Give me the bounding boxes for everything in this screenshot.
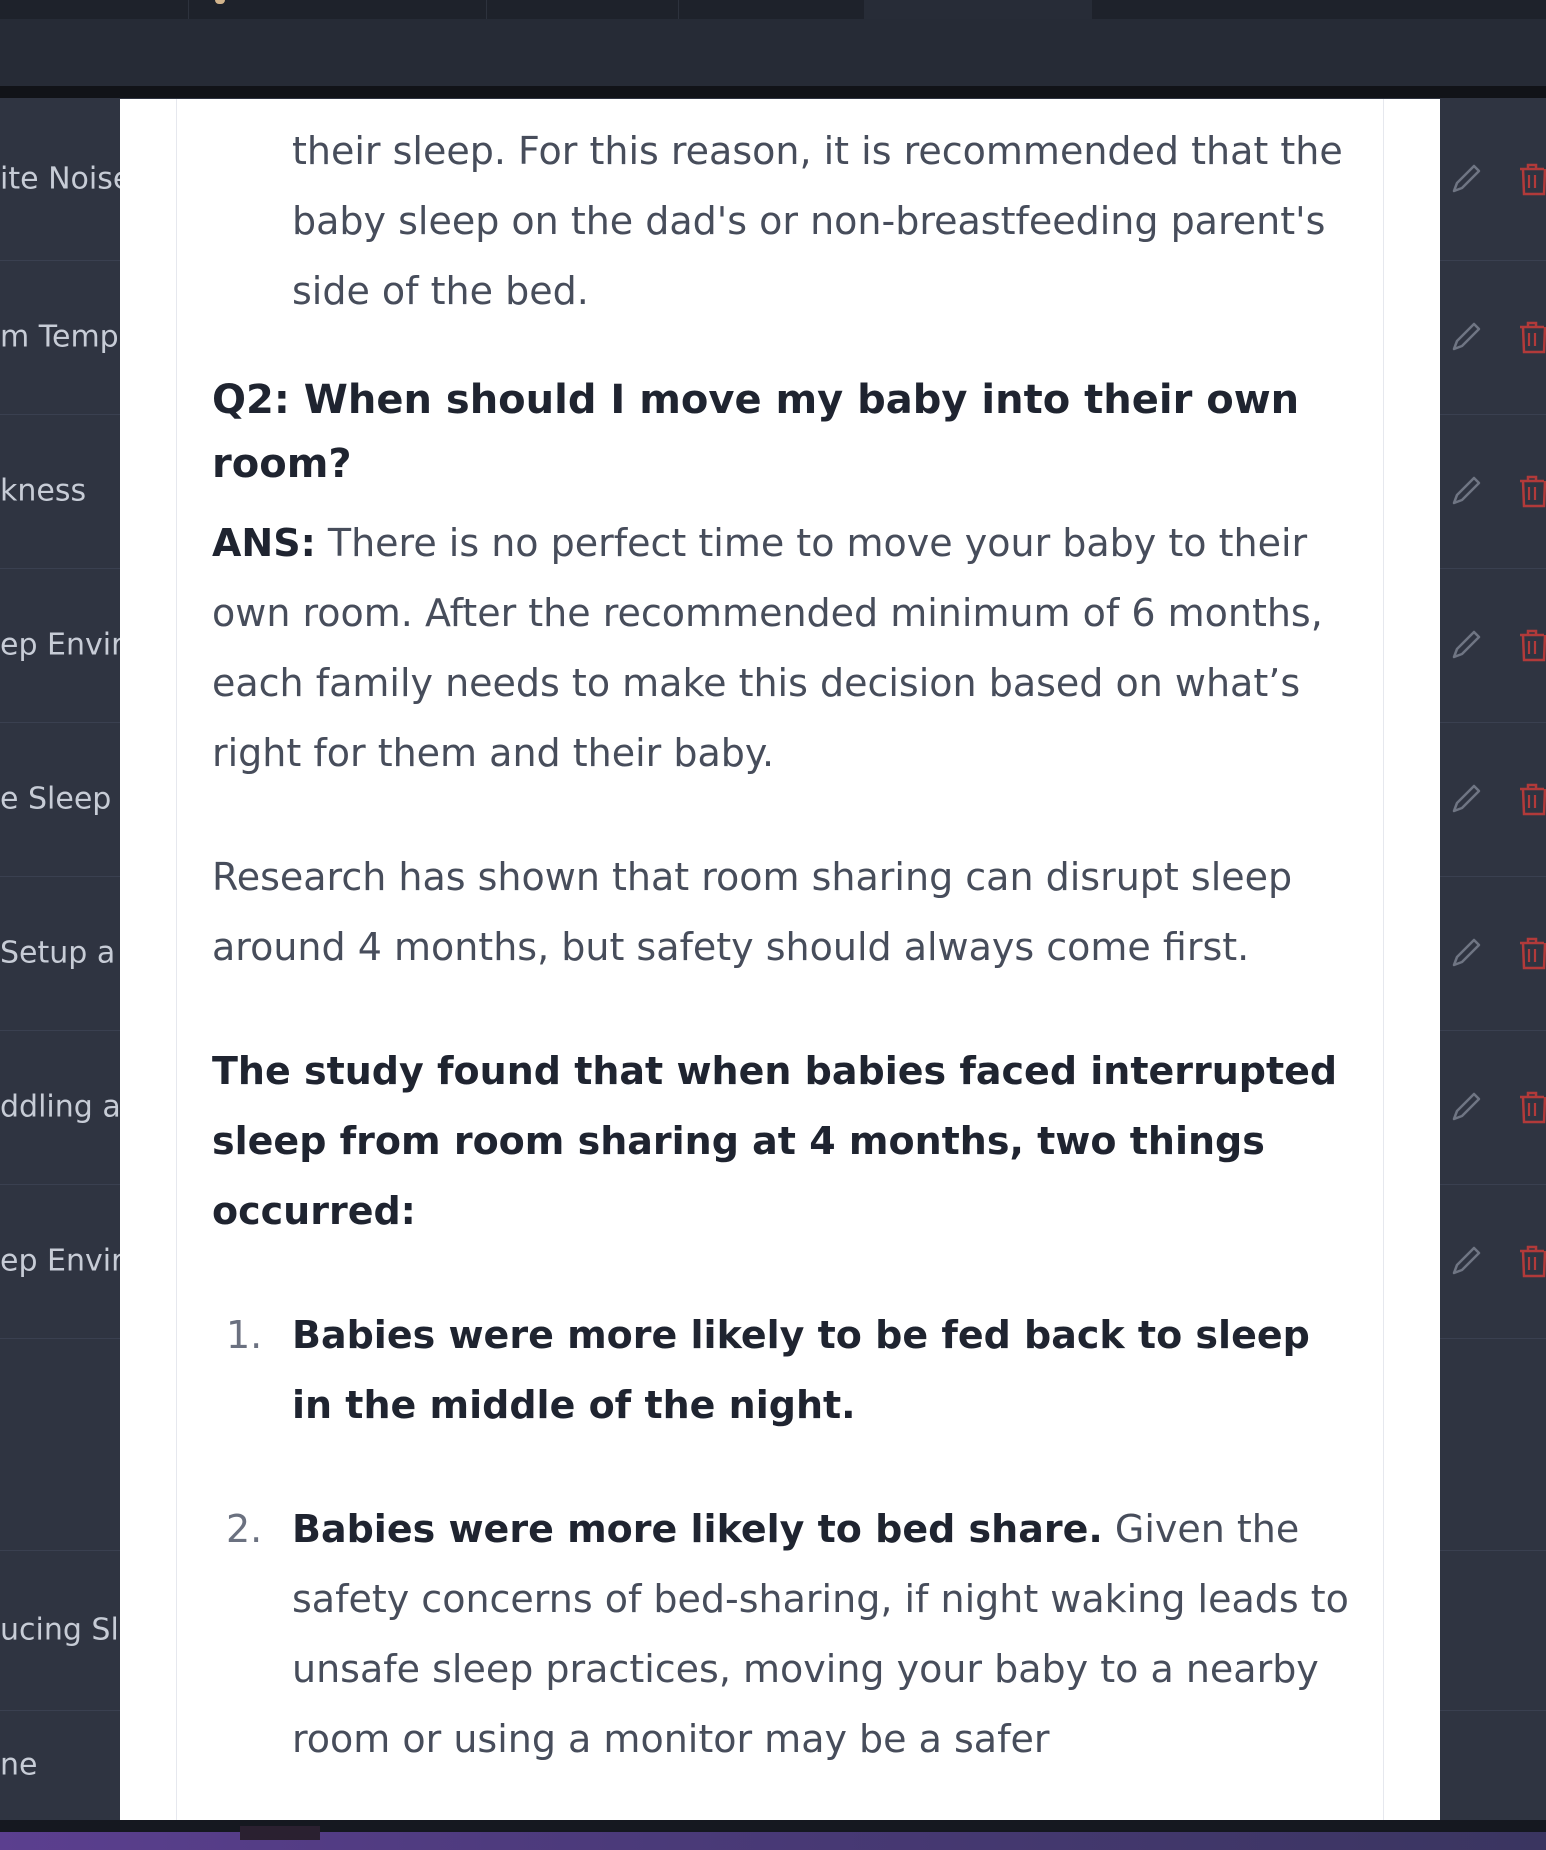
tab[interactable] [678,0,865,19]
pencil-icon[interactable] [1448,319,1484,355]
tab[interactable] [188,0,487,19]
row-label: ne [0,1747,38,1783]
answer-label: ANS: [212,521,316,565]
article-content: their sleep. For this reason, it is reco… [212,99,1362,1774]
list-bold-text: Babies were more likely to bed share. [292,1507,1103,1551]
list-text: Babies were more likely to bed share. Gi… [292,1494,1362,1774]
trash-icon[interactable] [1518,474,1546,508]
row-label: kness [0,473,87,509]
trash-icon[interactable] [1518,1090,1546,1124]
pencil-icon[interactable] [1448,935,1484,971]
research-paragraph: Research has shown that room sharing can… [212,855,1293,969]
row-label: ddling a [0,1089,121,1125]
row-label: ucing Sl [0,1612,119,1648]
tab[interactable] [486,0,679,19]
tab-active[interactable] [864,0,1092,19]
row-label: Setup a [0,935,116,971]
content-border-left [176,99,177,1820]
answer-text: There is no perfect time to move your ba… [212,521,1323,775]
trash-icon[interactable] [1518,628,1546,662]
bottom-accent-strip [0,1832,1546,1850]
intro-paragraph: their sleep. For this reason, it is reco… [292,129,1343,313]
trash-icon[interactable] [1518,162,1546,196]
row-label: ite Noise [0,161,132,197]
pencil-icon[interactable] [1448,1243,1484,1279]
list-bold-text: Babies were more likely to be fed back t… [292,1313,1310,1427]
app-header [0,19,1546,88]
trash-icon[interactable] [1518,1244,1546,1278]
study-heading: The study found that when babies faced i… [212,1049,1338,1233]
trash-icon[interactable] [1518,320,1546,354]
list-number: 1. [226,1313,263,1357]
question-heading: Q2: When should I move my baby into thei… [212,377,1300,487]
trash-icon[interactable] [1518,782,1546,816]
pencil-icon[interactable] [1448,1089,1484,1125]
content-border-right [1383,99,1384,1820]
pencil-icon[interactable] [1448,781,1484,817]
article-modal: their sleep. For this reason, it is reco… [120,99,1440,1820]
header-divider [0,86,1546,98]
tab-strip [0,0,1546,19]
bottom-bar [0,1820,1546,1850]
pencil-icon[interactable] [1448,627,1484,663]
row-label: ep Envir [0,1243,124,1279]
row-label: m Temp [0,319,119,355]
trash-icon[interactable] [1518,936,1546,970]
bottom-handle [240,1826,320,1840]
pencil-icon[interactable] [1448,473,1484,509]
row-label: ep Envir [0,627,124,663]
list-item: 1. Babies were more likely to be fed bac… [212,1300,1362,1440]
list-item: 2. Babies were more likely to bed share.… [212,1494,1362,1774]
tab[interactable] [0,0,189,19]
pencil-icon[interactable] [1448,161,1484,197]
list-number: 2. [226,1507,263,1551]
list-text: Babies were more likely to be fed back t… [292,1300,1362,1440]
answer-paragraph: ANS: There is no perfect time to move yo… [212,508,1362,788]
